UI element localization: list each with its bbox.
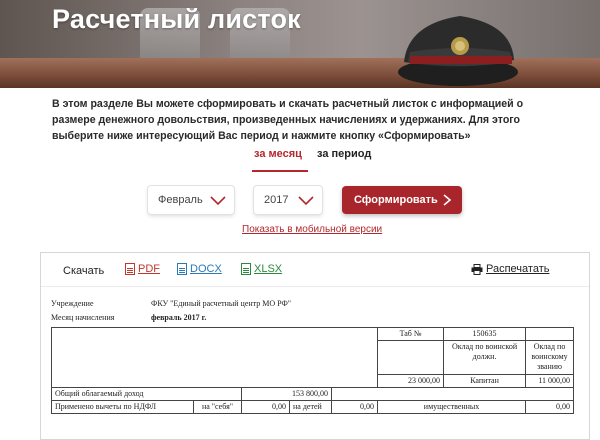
institution-label: Учреждение bbox=[51, 299, 94, 308]
tab-month[interactable]: за месяц bbox=[254, 148, 302, 160]
payslip-table: Таб № 150635 Оклад по воинской должн. Ок… bbox=[50, 327, 575, 414]
table-row: Таб № 150635 bbox=[50, 327, 575, 388]
table-cell bbox=[525, 327, 575, 341]
deduction-children-value: 0,00 bbox=[330, 400, 379, 414]
tab-period[interactable]: за период bbox=[317, 148, 371, 160]
header-banner: Расчетный листок bbox=[0, 0, 600, 88]
period-tabs: за месяц за период bbox=[0, 146, 600, 168]
table-row: Применено вычеты по НДФЛ на "себя" 0,00 … bbox=[51, 400, 575, 414]
page-title: Расчетный листок bbox=[52, 4, 301, 34]
month-select[interactable]: Февраль bbox=[148, 186, 234, 214]
table-cell bbox=[50, 327, 379, 388]
download-xlsx-label: XLSX bbox=[254, 263, 283, 275]
payslip-panel: Скачать PDF DOCX XLSX Распечатать Учрежд… bbox=[40, 252, 590, 440]
generate-button[interactable]: Сформировать bbox=[342, 186, 462, 214]
pdf-file-icon bbox=[125, 263, 135, 275]
deduction-self-label: на "себя" bbox=[193, 400, 242, 414]
download-pdf-link[interactable]: PDF bbox=[125, 263, 160, 275]
institution-value: ФКУ "Единый расчетный центр МО РФ" bbox=[151, 299, 292, 308]
tab-number-value: 150635 bbox=[443, 327, 527, 341]
deduction-property-value: 0,00 bbox=[525, 400, 575, 414]
download-xlsx-link[interactable]: XLSX bbox=[241, 263, 282, 275]
salary-rank-value: 11 000,00 bbox=[525, 374, 575, 388]
rank-value: Капитан bbox=[443, 374, 527, 388]
accrual-month-label: Месяц начисления bbox=[51, 313, 115, 322]
military-cap-image bbox=[398, 16, 518, 86]
income-value: 153 800,00 bbox=[241, 387, 332, 401]
download-label: Скачать bbox=[63, 265, 105, 277]
salary-rank-label: Оклад по воинскому званию bbox=[525, 340, 575, 375]
salary-position-value: 23 000,00 bbox=[377, 374, 445, 388]
chevron-down-icon bbox=[210, 196, 226, 206]
chevron-right-icon bbox=[443, 194, 452, 206]
deductions-label: Применено вычеты по НДФЛ bbox=[51, 400, 194, 414]
download-pdf-label: PDF bbox=[138, 263, 160, 275]
download-docx-link[interactable]: DOCX bbox=[177, 263, 222, 275]
payslip-toolbar: Скачать PDF DOCX XLSX Распечатать bbox=[41, 253, 589, 287]
tab-number-label: Таб № bbox=[377, 327, 445, 341]
accrual-month-value: февраль 2017 г. bbox=[151, 313, 207, 322]
month-select-value: Февраль bbox=[158, 194, 203, 206]
active-tab-indicator bbox=[252, 170, 308, 172]
mobile-version-link[interactable]: Показать в мобильной версии bbox=[242, 224, 382, 235]
print-label: Распечатать bbox=[486, 263, 550, 275]
table-row: Общий облагаемый доход 153 800,00 bbox=[51, 387, 575, 401]
deduction-self-value: 0,00 bbox=[241, 400, 290, 414]
download-docx-label: DOCX bbox=[190, 263, 222, 275]
intro-text: В этом разделе Вы можете сформировать и … bbox=[52, 98, 524, 142]
salary-position-label: Оклад по воинской должн. bbox=[443, 340, 527, 375]
income-label: Общий облагаемый доход bbox=[51, 387, 242, 401]
payslip-document: Учреждение ФКУ "Единый расчетный центр М… bbox=[50, 297, 581, 414]
generate-button-label: Сформировать bbox=[354, 194, 438, 206]
accrual-month-row: Месяц начисления февраль 2017 г. bbox=[51, 311, 581, 325]
xlsx-file-icon bbox=[241, 263, 251, 275]
year-select[interactable]: 2017 bbox=[254, 186, 322, 214]
table-cell bbox=[330, 387, 575, 401]
deduction-children-label: на детей bbox=[289, 400, 332, 414]
deduction-property-label: имущественных bbox=[377, 400, 527, 414]
chevron-down-icon bbox=[298, 196, 314, 206]
year-select-value: 2017 bbox=[264, 194, 289, 206]
print-link[interactable]: Распечатать bbox=[471, 263, 549, 275]
printer-icon bbox=[471, 263, 483, 275]
table-cell bbox=[377, 340, 445, 375]
institution-row: Учреждение ФКУ "Единый расчетный центр М… bbox=[51, 297, 581, 311]
docx-file-icon bbox=[177, 263, 187, 275]
